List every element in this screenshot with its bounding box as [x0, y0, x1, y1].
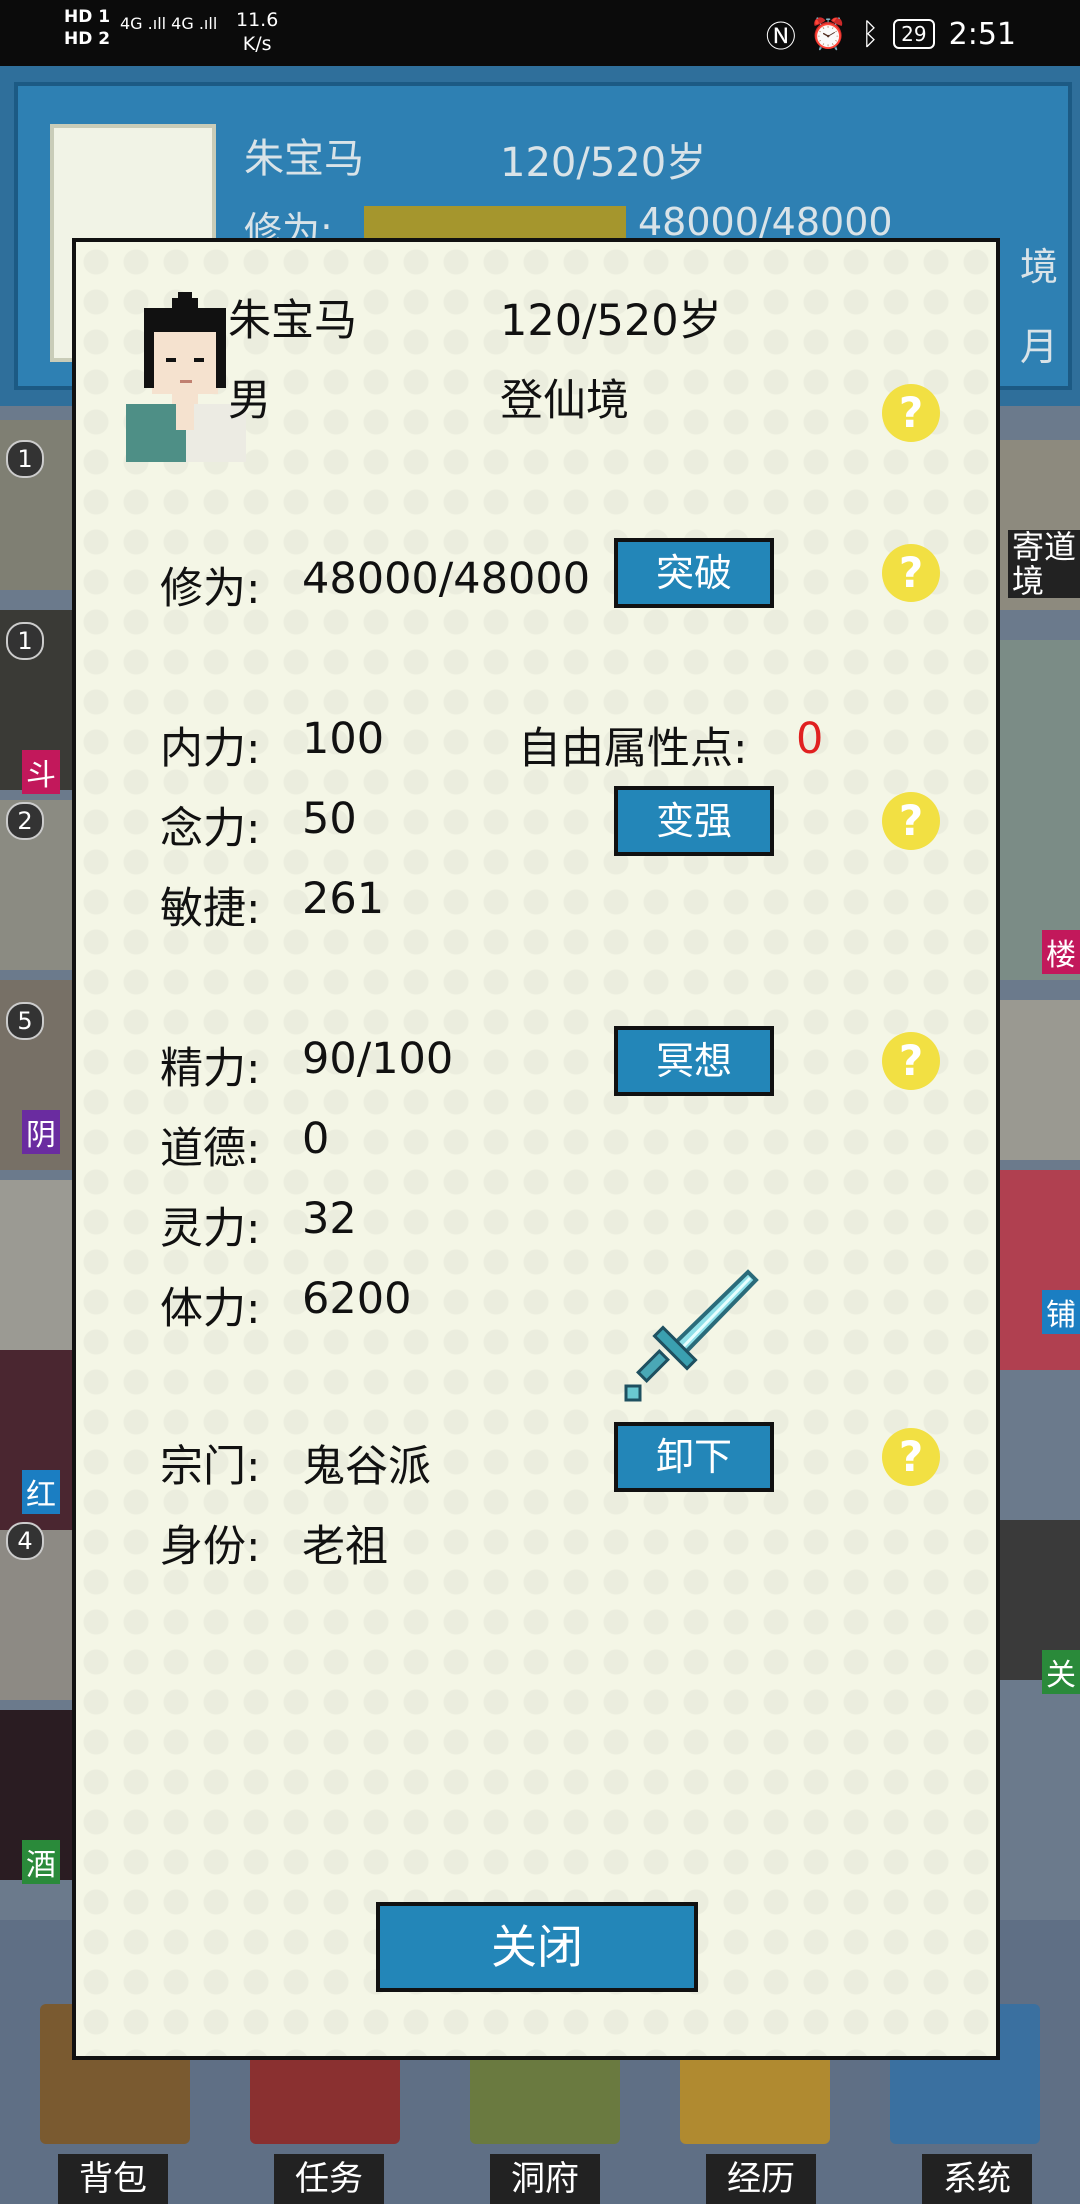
background-age: 120/520岁	[500, 140, 707, 186]
free-points-value: 0	[796, 714, 824, 764]
nav-cave[interactable]: 洞府	[490, 2154, 600, 2204]
bluetooth-icon: ᛒ	[861, 16, 880, 52]
sword-icon[interactable]	[624, 1268, 760, 1404]
character-age: 120/520岁	[500, 296, 722, 346]
nav-backpack[interactable]: 背包	[58, 2154, 168, 2204]
tile-tag: 斗	[22, 750, 60, 794]
network-indicator: HD 1 HD 2	[64, 7, 111, 49]
stat-label-daode: 道德:	[160, 1124, 261, 1174]
stat-label-nianli: 念力:	[160, 804, 261, 854]
tile-tag: 酒	[22, 1840, 60, 1884]
nav-system[interactable]: 系统	[922, 2154, 1032, 2204]
signal-indicator: 4G .ıll 4G .ıll	[120, 14, 218, 33]
help-icon[interactable]: ?	[882, 544, 940, 602]
help-icon[interactable]: ?	[882, 384, 940, 442]
stat-value-nianli: 50	[302, 794, 357, 844]
tile-badge: 5	[6, 1002, 44, 1040]
network-speed: 11.6 K/s	[236, 9, 279, 55]
help-icon[interactable]: ?	[882, 1428, 940, 1486]
background-name: 朱宝马	[244, 136, 364, 182]
stat-label-minjie: 敏捷:	[160, 884, 261, 934]
battery-indicator: 29	[893, 19, 935, 49]
stat-value-neili: 100	[302, 714, 385, 764]
stat-value-lingli: 32	[302, 1194, 357, 1244]
stat-label-neili: 内力:	[160, 724, 261, 774]
cultivation-label: 修为:	[160, 564, 261, 614]
help-icon[interactable]: ?	[882, 1032, 940, 1090]
alarm-icon: ⏰	[809, 16, 848, 52]
status-bar: HD 1 HD 2 4G .ıll 4G .ıll 11.6 K/s Ⓝ ⏰ ᛒ…	[0, 0, 1080, 66]
tile-badge: 1	[6, 440, 44, 478]
background-right-tiles: 寄道 境 楼 铺 关	[1000, 440, 1080, 1900]
strengthen-button[interactable]: 变强	[614, 786, 774, 856]
tile-tag: 红	[22, 1470, 60, 1514]
character-name: 朱宝马	[228, 296, 357, 346]
meditate-button[interactable]: 冥想	[614, 1026, 774, 1096]
clock: 2:51	[948, 16, 1016, 52]
background-cultivation-bar	[364, 206, 626, 240]
nav-history[interactable]: 经历	[706, 2154, 816, 2204]
tile-tag: 寄道 境	[1007, 530, 1080, 598]
tile-tag: 楼	[1042, 930, 1080, 974]
tile-badge: 1	[6, 622, 44, 660]
stat-value-jingli: 90/100	[302, 1034, 454, 1084]
character-gender: 男	[228, 376, 271, 426]
background-clip-text: 月	[1019, 325, 1058, 369]
unequip-button[interactable]: 卸下	[614, 1422, 774, 1492]
sect-label: 宗门:	[160, 1442, 261, 1492]
background-left-tiles: 1 1 2 5 4 斗 阴 红 酒	[0, 420, 76, 1900]
help-icon[interactable]: ?	[882, 792, 940, 850]
sect-value: 鬼谷派	[302, 1442, 431, 1492]
close-button[interactable]: 关闭	[376, 1902, 698, 1992]
tile-tag: 铺	[1042, 1290, 1080, 1334]
breakthrough-button[interactable]: 突破	[614, 538, 774, 608]
tile-badge: 2	[6, 802, 44, 840]
tile-tag: 关	[1042, 1650, 1080, 1694]
identity-label: 身份:	[160, 1522, 261, 1572]
nfc-icon: Ⓝ	[765, 20, 796, 55]
stat-label-lingli: 灵力:	[160, 1204, 261, 1254]
cultivation-value: 48000/48000	[302, 554, 591, 604]
stat-label-tili: 体力:	[160, 1284, 261, 1334]
free-points-label: 自由属性点:	[518, 724, 748, 774]
stat-label-jingli: 精力:	[160, 1044, 261, 1094]
stat-value-minjie: 261	[302, 874, 385, 924]
identity-value: 老祖	[302, 1522, 388, 1572]
tile-badge: 4	[6, 1522, 44, 1560]
stat-value-tili: 6200	[302, 1274, 412, 1324]
character-dialog: 朱宝马 120/520岁 男 登仙境 ? 修为: 48000/48000 突破 …	[72, 238, 1000, 2060]
tile-tag: 阴	[22, 1110, 60, 1154]
nav-tasks[interactable]: 任务	[274, 2154, 384, 2204]
character-realm: 登仙境	[500, 376, 629, 426]
background-clip-text: 境	[1019, 245, 1058, 289]
stat-value-daode: 0	[302, 1114, 330, 1164]
